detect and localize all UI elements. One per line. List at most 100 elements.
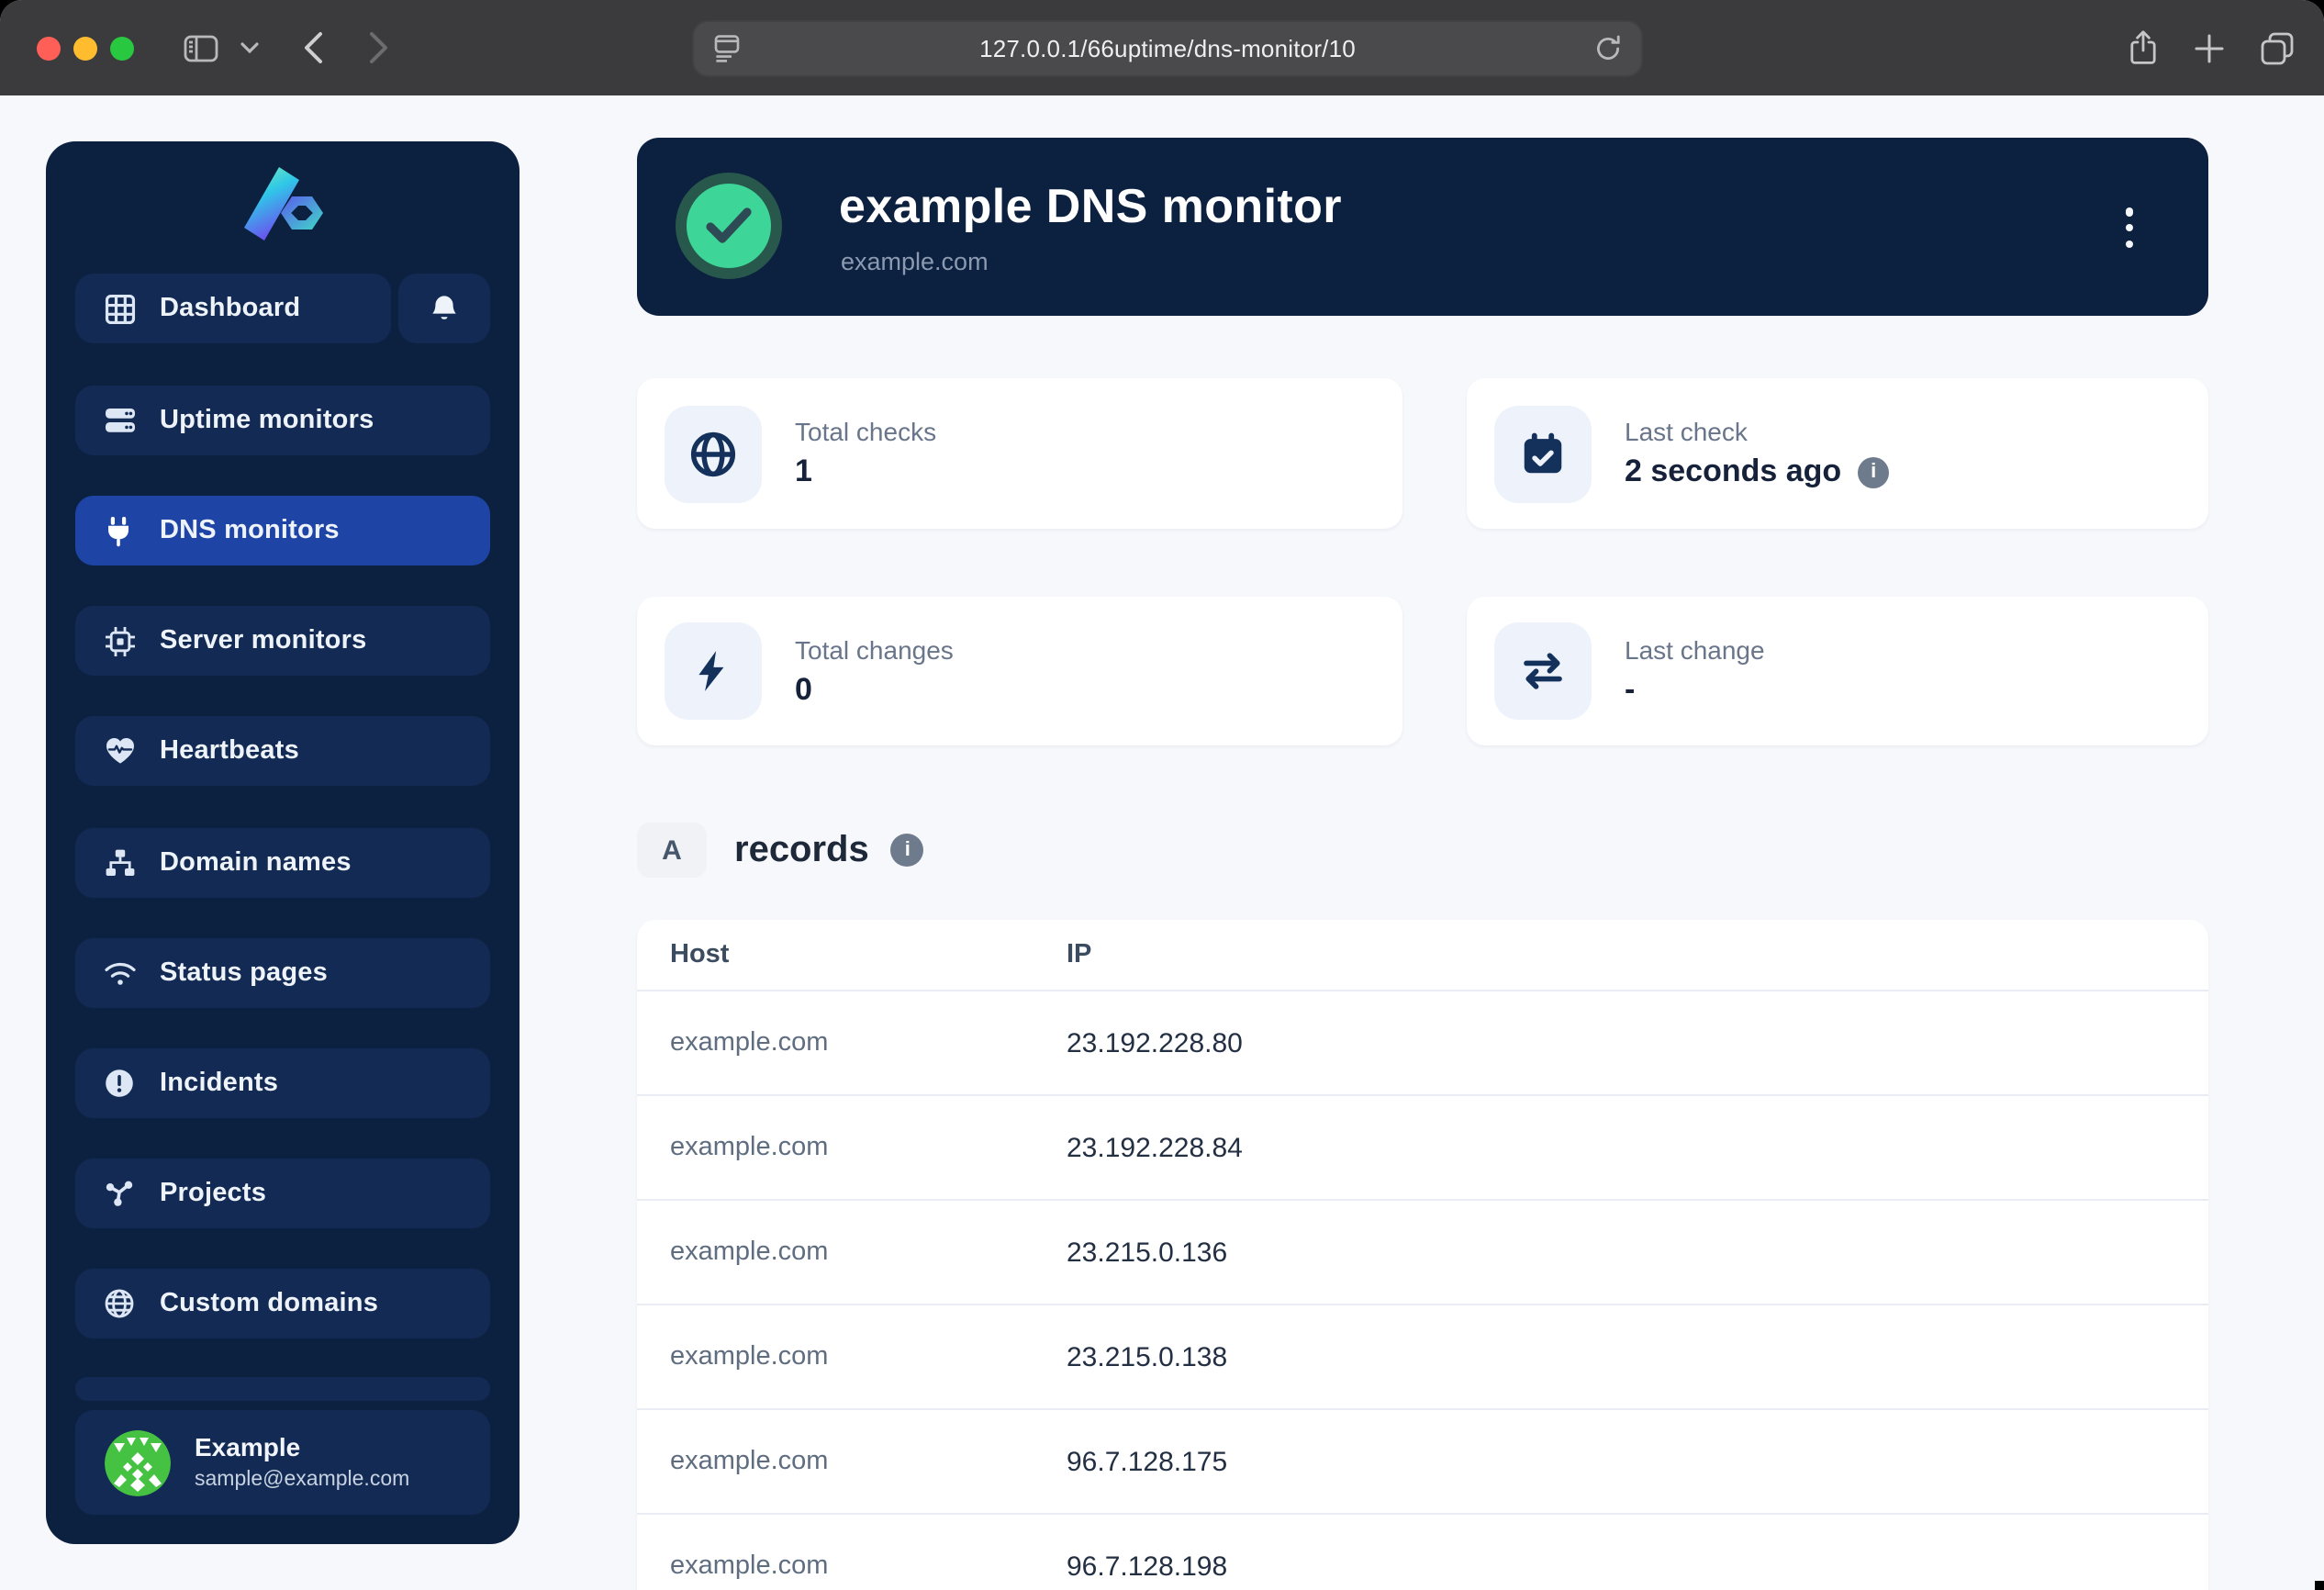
browser-window: 127.0.0.1/66uptime/dns-monitor/10 xyxy=(0,0,2324,1590)
sidebar-item-partial[interactable] xyxy=(75,1377,490,1401)
chevron-down-icon[interactable] xyxy=(235,0,264,95)
records-table: Host IP example.com 23.192.228.80 exampl… xyxy=(637,920,2208,1590)
chip-icon xyxy=(105,625,136,656)
swap-arrows-icon xyxy=(1494,622,1592,720)
zoom-window-button[interactable] xyxy=(110,36,134,60)
table-row: example.com 96.7.128.175 xyxy=(637,1408,2208,1513)
minimize-window-button[interactable] xyxy=(73,36,97,60)
host-cell: example.com xyxy=(637,1237,1067,1267)
server-icon xyxy=(105,406,136,435)
tab-overview-icon[interactable] xyxy=(2252,0,2300,95)
sidebar-item-server-monitors[interactable]: Server monitors xyxy=(75,606,490,676)
kebab-menu-button[interactable] xyxy=(2113,207,2146,248)
stat-card-last-change: Last change - xyxy=(1467,597,2208,745)
exclamation-circle-icon xyxy=(105,1069,136,1098)
host-cell: example.com xyxy=(637,1133,1067,1162)
stat-label: Last check xyxy=(1625,417,1889,446)
table-row: example.com 23.192.228.84 xyxy=(637,1094,2208,1199)
sidebar-item-label: Incidents xyxy=(160,1069,278,1098)
calendar-check-icon xyxy=(1494,405,1592,502)
table-row: example.com 96.7.128.198 xyxy=(637,1513,2208,1590)
user-email: sample@example.com xyxy=(195,1467,409,1494)
record-type-badge: A xyxy=(637,823,707,878)
table-row: example.com 23.192.228.80 xyxy=(637,990,2208,1094)
stat-label: Total checks xyxy=(795,417,936,446)
sidebar-item-label: Projects xyxy=(160,1179,266,1208)
stat-value: 0 xyxy=(795,671,954,708)
share-nodes-icon xyxy=(105,1179,136,1208)
stat-card-total-checks: Total checks 1 xyxy=(637,378,1402,529)
app-logo-icon xyxy=(239,165,327,252)
scrollbar-corner xyxy=(2315,1581,2324,1590)
page-settings-icon[interactable] xyxy=(714,34,740,62)
records-section-header: A records i xyxy=(637,823,924,878)
ip-cell: 96.7.128.175 xyxy=(1067,1446,1227,1477)
sidebar: Dashboard Uptime m xyxy=(46,141,520,1544)
heart-pulse-icon xyxy=(105,736,136,766)
share-icon[interactable] xyxy=(2120,0,2164,95)
table-row: example.com 23.215.0.138 xyxy=(637,1304,2208,1408)
wifi-icon xyxy=(105,960,136,986)
sidebar-item-projects[interactable]: Projects xyxy=(75,1159,490,1228)
stat-card-last-check: Last check 2 seconds ago i xyxy=(1467,378,2208,529)
sidebar-item-label: Server monitors xyxy=(160,626,366,655)
sitemap-icon xyxy=(105,848,136,878)
bolt-icon xyxy=(665,622,762,720)
stat-label: Total changes xyxy=(795,634,954,664)
plug-icon xyxy=(105,515,136,546)
ip-cell: 23.215.0.138 xyxy=(1067,1341,1227,1372)
sidebar-item-label: DNS monitors xyxy=(160,516,340,545)
sidebar-item-status-pages[interactable]: Status pages xyxy=(75,938,490,1008)
user-account-card[interactable]: Example sample@example.com xyxy=(75,1410,490,1515)
new-tab-icon[interactable] xyxy=(2186,0,2230,95)
stat-value: 2 seconds ago xyxy=(1625,453,1841,490)
forward-button[interactable] xyxy=(356,0,400,95)
stat-card-total-changes: Total changes 0 xyxy=(637,597,1402,745)
address-bar[interactable]: 127.0.0.1/66uptime/dns-monitor/10 xyxy=(692,19,1643,76)
sidebar-item-domain-names[interactable]: Domain names xyxy=(75,828,490,898)
app-page: Dashboard Uptime m xyxy=(0,95,2324,1590)
ip-cell: 96.7.128.198 xyxy=(1067,1551,1227,1582)
sidebar-item-dashboard[interactable]: Dashboard xyxy=(75,274,391,343)
ip-cell: 23.192.228.80 xyxy=(1067,1027,1243,1058)
sidebar-item-incidents[interactable]: Incidents xyxy=(75,1048,490,1118)
info-icon[interactable]: i xyxy=(891,834,924,867)
sidebar-item-label: Heartbeats xyxy=(160,736,299,766)
sidebar-item-uptime-monitors[interactable]: Uptime monitors xyxy=(75,386,490,455)
stat-value: 1 xyxy=(795,453,936,490)
ip-cell: 23.192.228.84 xyxy=(1067,1132,1243,1163)
column-header-ip: IP xyxy=(1067,940,1091,969)
screenshot: 127.0.0.1/66uptime/dns-monitor/10 xyxy=(0,0,2324,1590)
column-header-host: Host xyxy=(637,940,1067,969)
sidebar-item-custom-domains[interactable]: Custom domains xyxy=(75,1269,490,1338)
back-button[interactable] xyxy=(290,0,334,95)
sidebar-item-label: Domain names xyxy=(160,848,352,878)
records-title: records xyxy=(734,829,869,871)
stat-value: - xyxy=(1625,671,1765,708)
globe-icon xyxy=(665,405,762,502)
notifications-button[interactable] xyxy=(398,274,490,343)
table-row: example.com 23.215.0.136 xyxy=(637,1199,2208,1304)
url-text[interactable]: 127.0.0.1/66uptime/dns-monitor/10 xyxy=(740,34,1595,62)
dashboard-grid-icon xyxy=(105,293,136,324)
main-content: example DNS monitor example.com Total ch… xyxy=(637,95,2208,1590)
sidebar-item-label: Custom domains xyxy=(160,1289,378,1318)
stat-label: Last change xyxy=(1625,634,1765,664)
monitor-title: example DNS monitor xyxy=(839,178,1342,235)
avatar xyxy=(105,1429,171,1495)
table-header-row: Host IP xyxy=(637,920,2208,990)
info-icon[interactable]: i xyxy=(1858,456,1889,487)
ip-cell: 23.215.0.136 xyxy=(1067,1237,1227,1268)
bell-icon xyxy=(430,293,459,324)
reload-icon[interactable] xyxy=(1595,34,1621,62)
sidebar-toggle-icon[interactable] xyxy=(176,0,224,95)
browser-toolbar: 127.0.0.1/66uptime/dns-monitor/10 xyxy=(0,0,2324,97)
sidebar-item-heartbeats[interactable]: Heartbeats xyxy=(75,716,490,786)
user-name: Example xyxy=(195,1431,409,1463)
sidebar-item-label: Status pages xyxy=(160,958,328,988)
globe-icon xyxy=(105,1289,136,1318)
sidebar-item-dns-monitors[interactable]: DNS monitors xyxy=(75,496,490,565)
host-cell: example.com xyxy=(637,1447,1067,1476)
close-window-button[interactable] xyxy=(37,36,61,60)
sidebar-item-label: Uptime monitors xyxy=(160,406,374,435)
